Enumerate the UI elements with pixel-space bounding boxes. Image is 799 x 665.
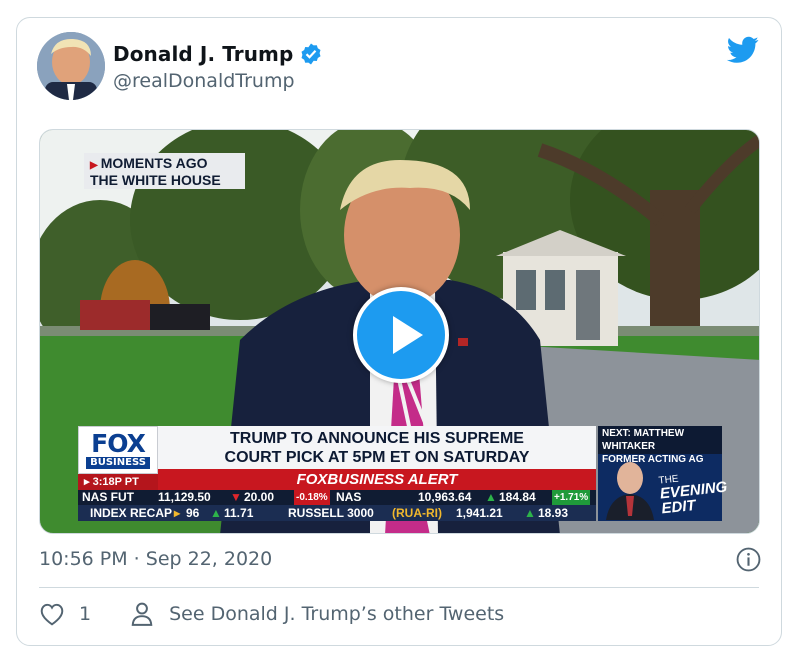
ticker-row-1: NAS FUT 11,129.50 ▼ 20.00 -0.18% NAS 10,…: [78, 490, 596, 505]
red-triangle-icon: ▶: [90, 160, 98, 171]
ticker-nas-pct: +1.71%: [552, 490, 591, 505]
up-next-label: NEXT: MATTHEW WHITAKER FORMER ACTING AG: [598, 426, 722, 465]
author-name-text[interactable]: Donald J. Trump: [113, 42, 293, 66]
network-logo: FOX BUSINESS: [78, 426, 158, 474]
headline: TRUMP TO ANNOUNCE HIS SUPREME COURT PICK…: [158, 426, 596, 469]
author-name[interactable]: Donald J. Trump: [113, 42, 323, 66]
divider: [39, 587, 759, 588]
ticker-russell-label: RUSSELL 3000: [288, 506, 374, 520]
red-triangle-icon: ▸: [84, 476, 93, 488]
up-arrow-icon: ▲: [210, 506, 222, 520]
avatar[interactable]: [37, 32, 105, 100]
headline-line2: COURT PICK AT 5PM ET ON SATURDAY: [224, 449, 530, 466]
up-next-panel: NEXT: MATTHEW WHITAKER FORMER ACTING AG …: [598, 426, 728, 521]
ticker-russell-code: (RUA-RI): [392, 506, 442, 520]
ticker-russell-value: 1,941.21: [456, 506, 503, 520]
like-count[interactable]: 1: [79, 603, 91, 625]
ticker-nas-fut-pct: -0.18%: [294, 490, 330, 505]
ticker-nas-fut-label: NAS FUT: [82, 490, 134, 504]
ticker-prev-value: 96: [186, 506, 200, 520]
alert-bar: FOXBUSINESS ALERT: [158, 469, 596, 490]
play-icon[interactable]: [353, 287, 449, 383]
ticker-nas-label: NAS: [336, 490, 362, 504]
ticker-nas-value: 10,963.64: [418, 490, 472, 504]
location-line1: MOMENTS AGO: [100, 155, 208, 171]
video-player[interactable]: ▶ MOMENTS AGO THE WHITE HOUSE FOX BUSINES…: [39, 129, 760, 534]
ticker-row-2: INDEX RECAP ▸ 96 ▲ 11.71 RUSSELL 3000 (R…: [78, 505, 596, 521]
verified-badge-icon: [301, 43, 321, 65]
network-logo-text: FOX: [91, 429, 146, 458]
other-tweets-link[interactable]: See Donald J. Trump’s other Tweets: [169, 603, 504, 625]
info-icon[interactable]: [736, 547, 761, 572]
location-line2: THE WHITE HOUSE: [90, 172, 221, 188]
guest-photo: [606, 462, 654, 520]
person-icon: [131, 602, 153, 626]
ticker-nas-change: 184.84: [499, 490, 536, 504]
up-next-line1: NEXT: MATTHEW WHITAKER: [602, 428, 685, 452]
ticker-index-label: INDEX RECAP: [90, 506, 173, 520]
up-arrow-icon: ▲: [524, 506, 536, 520]
show-logo: THE EVENING EDIT: [658, 469, 729, 518]
ticker-arrow-icon: ▸: [174, 506, 181, 520]
author-handle[interactable]: @realDonaldTrump: [113, 70, 295, 92]
heart-icon[interactable]: [39, 602, 65, 626]
ticker-russell-change: 18.93: [538, 506, 569, 520]
broadcast-time: ▸ 3:18P PT: [78, 474, 158, 490]
ticker-prev-change: 11.71: [224, 506, 254, 520]
ticker-nas-fut-value: 11,129.50: [158, 490, 211, 504]
network-sub-text: BUSINESS: [86, 457, 150, 469]
tweet-timestamp[interactable]: 10:56 PM · Sep 22, 2020: [39, 548, 272, 570]
broadcast-time-text: 3:18P PT: [92, 476, 139, 488]
down-arrow-icon: ▼: [230, 490, 242, 504]
tweet-card: Donald J. Trump @realDonaldTrump ▶ MOMEN…: [16, 17, 782, 646]
headline-line1: TRUMP TO ANNOUNCE HIS SUPREME: [230, 430, 524, 447]
location-tag: ▶ MOMENTS AGO THE WHITE HOUSE: [84, 153, 245, 189]
up-arrow-icon: ▲: [485, 490, 497, 504]
twitter-bird-icon[interactable]: [727, 36, 759, 64]
tweet-actions: 1 See Donald J. Trump’s other Tweets: [39, 602, 504, 626]
ticker-nas-fut-change: 20.00: [244, 490, 275, 504]
news-lower-third: FOX BUSINESS TRUMP TO ANNOUNCE HIS SUPRE…: [78, 426, 596, 522]
